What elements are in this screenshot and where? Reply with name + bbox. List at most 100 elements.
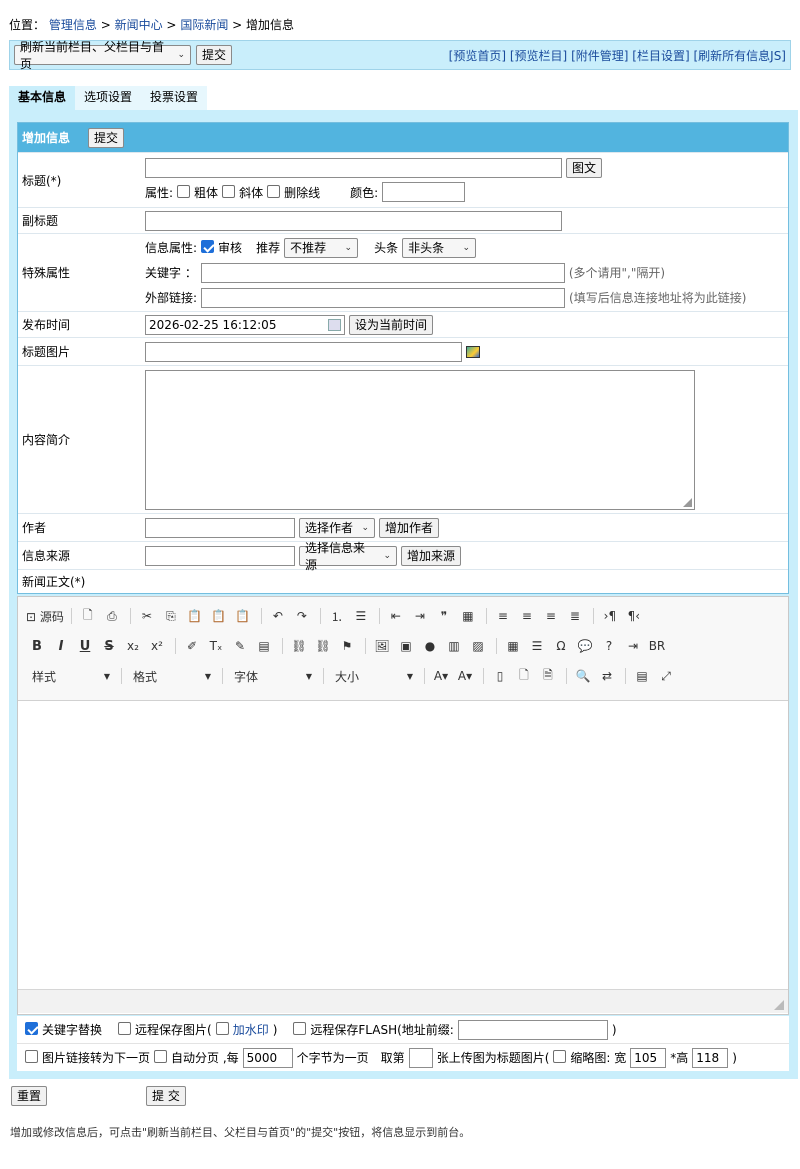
strike-checkbox[interactable] <box>267 184 281 198</box>
calendar-icon[interactable] <box>328 318 341 331</box>
maximize-icon[interactable]: ⤢ <box>655 669 677 684</box>
special-char-icon[interactable]: Ω <box>550 639 572 653</box>
link-icon[interactable]: ⛓ <box>288 639 310 653</box>
italic-checkbox[interactable] <box>222 184 236 198</box>
rtl-icon[interactable]: ¶‹ <box>623 609 645 623</box>
subscript-icon[interactable]: x₂ <box>122 639 144 653</box>
watermark-link[interactable]: 加水印 <box>233 1021 269 1038</box>
bg-color-icon[interactable]: A▾ <box>454 669 476 683</box>
breadcrumb-link-manage[interactable]: 管理信息 <box>49 18 97 32</box>
align-center-icon[interactable]: ≡ <box>516 609 538 623</box>
preview-column-link[interactable]: [预览栏目] <box>510 49 567 63</box>
author-select[interactable]: 选择作者 ⌄ <box>299 517 375 538</box>
preview-home-link[interactable]: [预览首页] <box>449 49 506 63</box>
indent-icon[interactable]: ⇥ <box>409 609 431 623</box>
title-input[interactable] <box>145 158 562 178</box>
format-combo[interactable]: 格式 ▼ <box>127 668 217 685</box>
nth-image-input[interactable] <box>408 1047 433 1068</box>
remote-save-flash-checkbox[interactable] <box>293 1022 307 1035</box>
tab-options[interactable]: 选项设置 <box>75 86 142 110</box>
flash-icon[interactable]: ● <box>419 639 441 653</box>
resize-grip-icon[interactable] <box>683 497 692 507</box>
subtitle-input[interactable] <box>145 210 562 231</box>
keywords-input[interactable] <box>200 262 565 283</box>
titlepic-input[interactable] <box>145 341 462 362</box>
undo-icon[interactable]: ↶ <box>267 609 289 623</box>
auto-page-checkbox[interactable] <box>154 1050 168 1063</box>
copy-format-icon[interactable]: ✐ <box>181 639 203 653</box>
blockquote-icon[interactable]: ❞ <box>433 609 455 623</box>
replace-icon[interactable]: ⇄ <box>596 669 618 683</box>
top-submit-button[interactable]: 提交 <box>196 45 233 65</box>
underline-icon[interactable]: U <box>74 639 96 654</box>
style-combo[interactable]: 样式 ▼ <box>26 668 116 685</box>
table-icon[interactable]: ▦ <box>502 639 524 653</box>
table-insert-icon[interactable]: ▣ <box>395 639 417 653</box>
paste-text-icon[interactable]: 📋 <box>208 609 230 623</box>
paste-word-icon[interactable]: 📋 <box>232 609 254 623</box>
align-right-icon[interactable]: ≡ <box>540 609 562 623</box>
align-left-icon[interactable]: ≡ <box>492 609 514 623</box>
bold-icon[interactable]: B <box>26 639 48 654</box>
img-link-next-checkbox[interactable] <box>25 1050 38 1063</box>
preview-icon[interactable]: 🗋 <box>77 606 99 627</box>
pagebreak-icon[interactable]: ⇥ <box>622 639 644 653</box>
image-select-icon[interactable] <box>466 345 480 358</box>
tab-vote[interactable]: 投票设置 <box>141 86 208 110</box>
horizontal-rule-icon[interactable]: ☰ <box>526 639 548 653</box>
page-break-icon[interactable]: BR <box>646 639 668 653</box>
source-select[interactable]: 选择信息来源 ⌄ <box>299 541 397 572</box>
keyword-replace-checkbox[interactable] <box>25 1022 38 1035</box>
new-page-icon[interactable]: 🗋 <box>513 666 535 687</box>
cut-icon[interactable]: ✂ <box>136 609 158 623</box>
size-combo[interactable]: 大小 ▼ <box>329 668 419 685</box>
remote-save-img-checkbox[interactable] <box>118 1022 132 1035</box>
text-color-icon[interactable]: A▾ <box>430 669 452 683</box>
align-justify-icon[interactable]: ≣ <box>564 609 586 623</box>
outdent-icon[interactable]: ⇤ <box>385 609 407 623</box>
find-icon[interactable]: 🔍 <box>572 669 594 683</box>
strikethrough-icon[interactable]: S <box>98 639 120 654</box>
clean-icon[interactable]: ✎ <box>229 639 251 653</box>
recommend-select[interactable]: 不推荐 ⌄ <box>284 237 359 258</box>
thumb-height-input[interactable]: 118 <box>692 1047 729 1068</box>
print-icon[interactable]: ⎙ <box>101 609 123 624</box>
redo-icon[interactable]: ↷ <box>291 609 313 623</box>
superscript-icon[interactable]: x² <box>146 639 168 653</box>
add-source-button[interactable]: 增加来源 <box>401 545 462 566</box>
refresh-select[interactable]: 刷新当前栏目、父栏目与首页 ⌄ <box>14 40 191 71</box>
editor-content-area[interactable] <box>18 701 788 989</box>
pubtime-input[interactable]: 2026-02-25 16:12:05 <box>145 314 345 335</box>
breadcrumb-link-intl-news[interactable]: 国际新闻 <box>180 18 228 32</box>
show-blocks-icon[interactable]: ▯ <box>489 669 511 683</box>
tab-basic-info[interactable]: 基本信息 <box>9 86 76 110</box>
thumb-width-input[interactable]: 105 <box>630 1047 667 1068</box>
about-icon[interactable]: ? <box>598 639 620 653</box>
breadcrumb-link-news-center[interactable]: 新闻中心 <box>115 18 163 32</box>
bold-checkbox[interactable] <box>177 184 191 198</box>
reset-button[interactable]: 重置 <box>11 1086 48 1106</box>
flash-prefix-input[interactable] <box>457 1019 608 1040</box>
div-icon[interactable]: ▦ <box>457 609 479 623</box>
attachment-manage-link[interactable]: [附件管理] <box>571 49 628 63</box>
image-icon[interactable]: 🖼 <box>371 639 393 653</box>
ltr-icon[interactable]: ›¶ <box>599 609 621 623</box>
header-submit-button[interactable]: 提交 <box>88 127 125 148</box>
add-author-button[interactable]: 增加作者 <box>379 517 440 538</box>
anchor-icon[interactable]: ⚑ <box>336 639 358 653</box>
set-now-button[interactable]: 设为当前时间 <box>349 314 434 335</box>
audit-checkbox[interactable] <box>201 240 215 253</box>
font-combo[interactable]: 字体 ▼ <box>228 668 318 685</box>
unlink-icon[interactable]: ⛓ <box>312 639 334 653</box>
author-input[interactable] <box>145 517 295 538</box>
headline-select[interactable]: 非头条 ⌄ <box>402 237 477 258</box>
media-icon[interactable]: ▥ <box>443 639 465 653</box>
extlink-input[interactable] <box>201 287 566 308</box>
select-all-icon[interactable]: ▤ <box>631 669 653 683</box>
document-icon[interactable]: 🗎 <box>537 666 559 687</box>
thumbnail-checkbox[interactable] <box>553 1050 567 1063</box>
bulleted-list-icon[interactable]: ☰ <box>350 609 372 623</box>
watermark-checkbox[interactable] <box>215 1022 229 1035</box>
resize-grip-icon[interactable] <box>774 1000 784 1010</box>
remove-format-icon[interactable]: Tₓ <box>205 639 227 653</box>
